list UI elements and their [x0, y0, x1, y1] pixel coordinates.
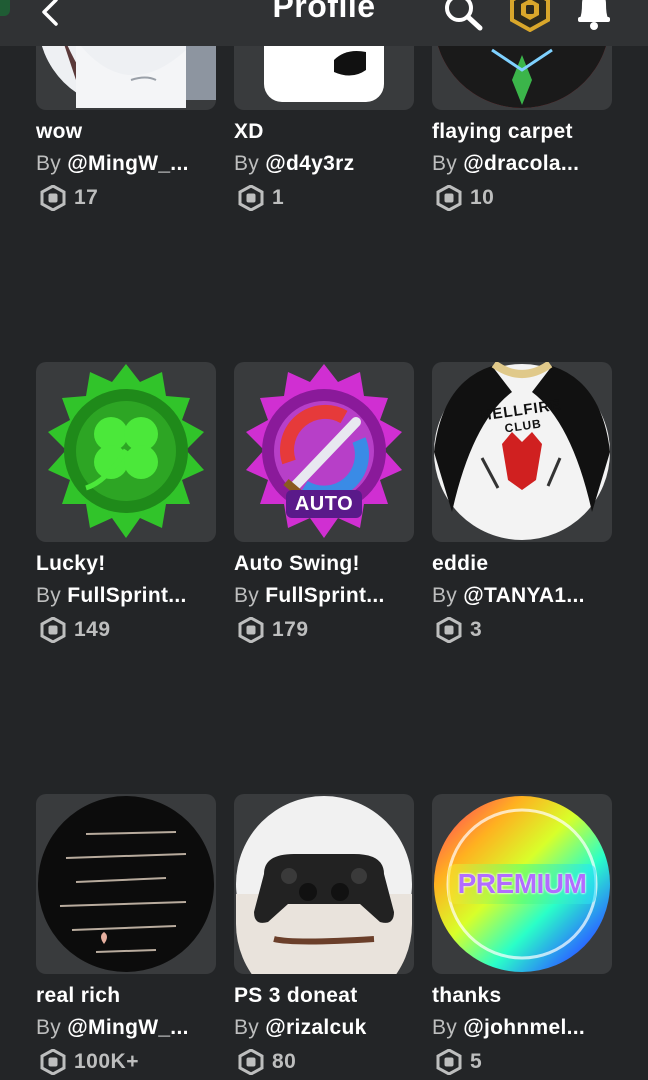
robux-icon	[238, 617, 264, 643]
catalog-item-card[interactable]: PREMIUM thanks By @johnmel... 5	[432, 794, 612, 1076]
item-price: 149	[36, 616, 216, 644]
item-name[interactable]: PS 3 doneat	[234, 984, 414, 1008]
lucky-clover-badge-image	[48, 364, 204, 538]
item-creator-line: By @MingW_...	[36, 1016, 216, 1040]
item-name[interactable]: flaying carpet	[432, 120, 612, 144]
creator-name[interactable]: @johnmel...	[463, 1016, 585, 1039]
item-thumbnail[interactable]	[36, 362, 216, 542]
item-creator-line: By @rizalcuk	[234, 1016, 414, 1040]
item-creator-line: By @dracola...	[432, 152, 612, 176]
item-thumbnail[interactable]: HELLFIRE CLUB	[432, 362, 612, 542]
item-price: 1	[234, 184, 414, 212]
creator-name[interactable]: @dracola...	[463, 152, 579, 175]
item-price: 80	[234, 1048, 414, 1076]
price-amount: 149	[74, 618, 111, 641]
premium-badge-label: PREMIUM	[457, 868, 587, 899]
price-amount: 179	[272, 618, 309, 641]
item-creator-line: By @d4y3rz	[234, 152, 414, 176]
item-price: 10	[432, 184, 612, 212]
ps3-controller-image	[236, 796, 412, 974]
price-amount: 80	[272, 1050, 297, 1073]
catalog-item-card[interactable]: Lucky! By FullSprint... 149	[36, 362, 216, 644]
catalog-item-card[interactable]: PS 3 doneat By @rizalcuk 80	[234, 794, 414, 1076]
item-price: 3	[432, 616, 612, 644]
item-name[interactable]: eddie	[432, 552, 612, 576]
creator-name[interactable]: FullSprint...	[265, 584, 384, 607]
by-label: By	[432, 1016, 458, 1039]
robux-icon	[40, 1049, 66, 1075]
item-price: 179	[234, 616, 414, 644]
item-thumbnail[interactable]: PREMIUM	[432, 794, 612, 974]
item-name[interactable]: thanks	[432, 984, 612, 1008]
creator-name[interactable]: @d4y3rz	[265, 152, 354, 175]
robux-icon	[238, 185, 264, 211]
item-thumbnail[interactable]	[234, 794, 414, 974]
price-amount: 1	[272, 186, 285, 209]
price-amount: 10	[470, 186, 495, 209]
robux-icon	[238, 1049, 264, 1075]
robux-icon	[436, 1049, 462, 1075]
creator-name[interactable]: @rizalcuk	[265, 1016, 366, 1039]
creator-name[interactable]: FullSprint...	[67, 584, 186, 607]
top-navigation-bar: Profile	[0, 0, 648, 46]
item-thumbnail[interactable]	[36, 794, 216, 974]
price-amount: 5	[470, 1050, 483, 1073]
robux-icon	[436, 185, 462, 211]
price-amount: 100K+	[74, 1050, 139, 1073]
item-creator-line: By FullSprint...	[234, 584, 414, 608]
item-creator-line: By FullSprint...	[36, 584, 216, 608]
by-label: By	[234, 152, 260, 175]
creator-name[interactable]: @MingW_...	[67, 152, 188, 175]
by-label: By	[234, 1016, 260, 1039]
item-price: 100K+	[36, 1048, 216, 1076]
item-name[interactable]: Lucky!	[36, 552, 216, 576]
catalog-item-card[interactable]: AUTO Auto Swing! By FullSprint... 179	[234, 362, 414, 644]
catalog-item-card[interactable]: real rich By @MingW_... 100K+	[36, 794, 216, 1076]
love-text-image	[38, 796, 214, 972]
robux-icon	[40, 617, 66, 643]
item-name[interactable]: wow	[36, 120, 216, 144]
item-name[interactable]: XD	[234, 120, 414, 144]
robux-balance-icon[interactable]	[508, 0, 552, 32]
robux-icon	[40, 185, 66, 211]
creator-name[interactable]: @MingW_...	[67, 1016, 188, 1039]
search-icon[interactable]	[440, 0, 486, 34]
item-creator-line: By @MingW_...	[36, 152, 216, 176]
item-name[interactable]: Auto Swing!	[234, 552, 414, 576]
item-creator-line: By @johnmel...	[432, 1016, 612, 1040]
price-amount: 17	[74, 186, 99, 209]
status-edge	[0, 0, 10, 16]
by-label: By	[432, 584, 458, 607]
creator-name[interactable]: @TANYA1...	[463, 584, 585, 607]
price-amount: 3	[470, 618, 483, 641]
by-label: By	[36, 584, 62, 607]
by-label: By	[234, 584, 260, 607]
item-thumbnail[interactable]: AUTO	[234, 362, 414, 542]
auto-badge-label: AUTO	[294, 493, 354, 515]
robux-icon	[436, 617, 462, 643]
item-price: 17	[36, 184, 216, 212]
by-label: By	[36, 152, 62, 175]
item-price: 5	[432, 1048, 612, 1076]
hellfire-shirt-image	[434, 362, 610, 540]
notification-bell-icon[interactable]	[574, 0, 614, 32]
by-label: By	[432, 152, 458, 175]
catalog-item-card[interactable]: HELLFIRE CLUB eddie By @TANYA1... 3	[432, 362, 612, 644]
item-creator-line: By @TANYA1...	[432, 584, 612, 608]
item-name[interactable]: real rich	[36, 984, 216, 1008]
by-label: By	[36, 1016, 62, 1039]
